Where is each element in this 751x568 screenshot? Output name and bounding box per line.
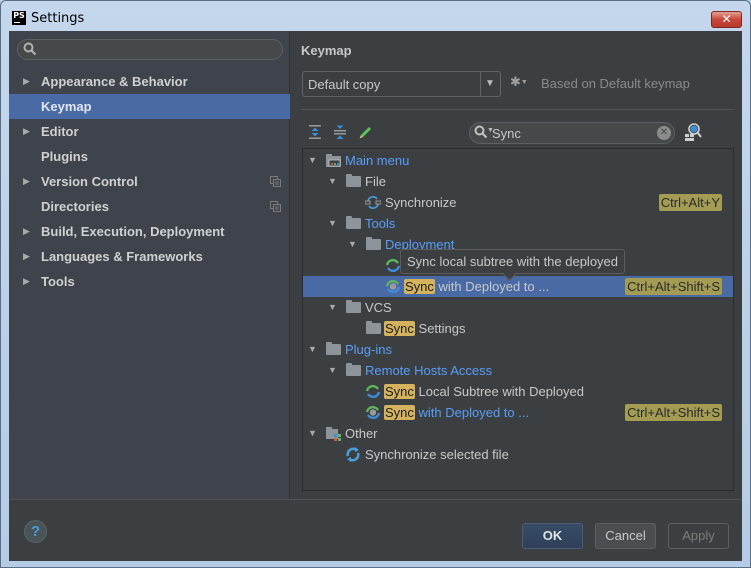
dialog-content: ▶ Appearance & Behavior Keymap ▶ Editor … — [9, 31, 742, 561]
tree-node-rh-sync-with-deployed[interactable]: Sync with Deployed to ... Ctrl+Alt+Shift… — [303, 402, 733, 423]
shortcut-badge: Ctrl+Alt+Y — [658, 194, 722, 211]
window-title: Settings — [31, 11, 85, 26]
tree-node-other[interactable]: ▼ Other — [303, 423, 733, 444]
tree-node-main-menu[interactable]: ▼ Main menu — [303, 150, 733, 171]
based-on-label: Based on Default keymap — [541, 76, 690, 91]
settings-search-input[interactable] — [17, 39, 283, 60]
dialog-footer: ? OK Cancel Apply — [9, 499, 742, 561]
expand-arrow-icon: ▶ — [23, 176, 30, 186]
divider — [301, 109, 733, 110]
title-bar: PS Settings ✕ — [1, 1, 750, 31]
collapse-all-icon[interactable] — [332, 124, 348, 140]
sidebar-item-directories[interactable]: Directories — [9, 194, 290, 219]
folder-icon — [346, 216, 361, 229]
tree-node-sync-settings[interactable]: Sync Settings — [303, 318, 733, 339]
select-divider — [480, 72, 481, 96]
sync-arrows-icon — [365, 384, 381, 399]
collapse-arrow-icon[interactable]: ▼ — [328, 360, 337, 381]
collapse-arrow-icon[interactable]: ▼ — [308, 339, 317, 360]
folder-icon — [346, 174, 361, 187]
clear-search-icon[interactable]: ✕ — [657, 126, 671, 140]
sync-deployed-icon — [385, 279, 401, 294]
page-title: Keymap — [301, 43, 352, 58]
other-folder-icon — [326, 427, 341, 441]
sidebar-item-appearance-behavior[interactable]: ▶ Appearance & Behavior — [9, 69, 290, 94]
tree-node-sync-with-deployed[interactable]: Sync with Deployed to ... Ctrl+Alt+Shift… — [303, 276, 733, 297]
tree-node-file[interactable]: ▼ File — [303, 171, 733, 192]
main-menu-icon — [326, 154, 341, 167]
project-level-icon — [270, 176, 281, 187]
collapse-arrow-icon[interactable]: ▼ — [348, 234, 357, 255]
keymap-select[interactable]: Default copy ▼ — [302, 71, 501, 97]
collapse-arrow-icon[interactable]: ▼ — [328, 171, 337, 192]
search-icon — [23, 42, 37, 56]
expand-all-icon[interactable] — [307, 124, 323, 140]
sidebar-item-tools[interactable]: ▶ Tools — [9, 269, 290, 294]
tree-node-synchronize[interactable]: Synchronize Ctrl+Alt+Y — [303, 192, 733, 213]
tree-node-plugins[interactable]: ▼ Plug-ins — [303, 339, 733, 360]
sync-deployed-icon — [365, 405, 381, 420]
expand-arrow-icon: ▶ — [23, 276, 30, 286]
action-tooltip: Sync local subtree with the deployed — [400, 249, 626, 274]
action-search-field[interactable]: ▼ ✕ — [469, 122, 675, 144]
tree-node-remote-hosts-access[interactable]: ▼ Remote Hosts Access — [303, 360, 733, 381]
tree-node-synchronize-selected-file[interactable]: Synchronize selected file — [303, 444, 733, 465]
collapse-arrow-icon[interactable]: ▼ — [308, 150, 317, 171]
project-level-icon — [270, 201, 281, 212]
shortcut-badge: Ctrl+Alt+Shift+S — [625, 278, 722, 295]
keymap-panel: Keymap Default copy ▼ ✱▼ Based on Defaul… — [291, 31, 742, 499]
apply-button[interactable]: Apply — [668, 523, 729, 549]
sidebar-item-languages-frameworks[interactable]: ▶ Languages & Frameworks — [9, 244, 290, 269]
folder-icon — [346, 300, 361, 313]
shortcut-badge: Ctrl+Alt+Shift+S — [625, 404, 722, 421]
cancel-button[interactable]: Cancel — [595, 523, 656, 549]
synchronize-icon — [365, 196, 381, 209]
tree-node-tools[interactable]: ▼ Tools — [303, 213, 733, 234]
expand-arrow-icon: ▶ — [23, 126, 30, 136]
find-by-shortcut-icon[interactable] — [684, 123, 702, 141]
chevron-down-icon: ▼ — [485, 78, 495, 89]
tree-node-rh-sync-local-subtree[interactable]: Sync Local Subtree with Deployed — [303, 381, 733, 402]
folder-icon — [366, 321, 381, 334]
app-logo-icon: PS — [12, 11, 26, 25]
folder-icon — [326, 342, 341, 355]
sidebar-item-keymap[interactable]: Keymap — [9, 94, 290, 119]
expand-arrow-icon: ▶ — [23, 226, 30, 236]
collapse-arrow-icon[interactable]: ▼ — [308, 423, 317, 444]
collapse-arrow-icon[interactable]: ▼ — [328, 213, 337, 234]
expand-arrow-icon: ▶ — [23, 76, 30, 86]
settings-sidebar: ▶ Appearance & Behavior Keymap ▶ Editor … — [9, 31, 290, 499]
ok-button[interactable]: OK — [522, 523, 583, 549]
pencil-icon[interactable] — [357, 124, 373, 140]
sync-arrows-icon — [385, 258, 401, 273]
collapse-arrow-icon[interactable]: ▼ — [328, 297, 337, 318]
sidebar-item-version-control[interactable]: ▶ Version Control — [9, 169, 290, 194]
search-icon — [474, 125, 488, 139]
sidebar-item-editor[interactable]: ▶ Editor — [9, 119, 290, 144]
folder-icon — [366, 237, 381, 250]
tree-node-vcs[interactable]: ▼ VCS — [303, 297, 733, 318]
sidebar-item-plugins[interactable]: Plugins — [9, 144, 290, 169]
refresh-icon — [346, 447, 360, 462]
expand-arrow-icon: ▶ — [23, 251, 30, 261]
sidebar-item-build-execution-deployment[interactable]: ▶ Build, Execution, Deployment — [9, 219, 290, 244]
folder-icon — [346, 363, 361, 376]
action-search-input[interactable] — [492, 125, 652, 141]
close-button[interactable]: ✕ — [711, 11, 742, 28]
help-button[interactable]: ? — [24, 520, 47, 543]
gear-icon[interactable]: ✱▼ — [510, 74, 528, 90]
keymap-action-tree: ▼ Main menu ▼ File Synchronize Ctrl+Alt+… — [302, 148, 734, 491]
settings-window: PS Settings ✕ ▶ Appearance & Behavior Ke… — [0, 0, 751, 568]
